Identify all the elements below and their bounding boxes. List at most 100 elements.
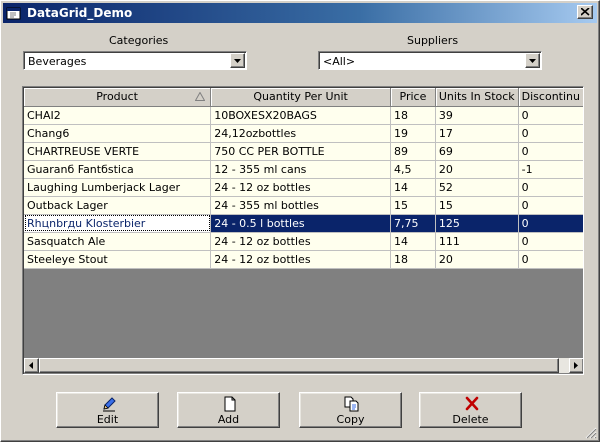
- cell-product[interactable]: Laughing Lumberjack Lager: [24, 178, 212, 197]
- close-button[interactable]: [577, 5, 593, 19]
- copy-button[interactable]: Copy: [299, 392, 402, 428]
- cell-units-in-stock[interactable]: 111: [435, 232, 519, 251]
- scroll-right-button[interactable]: [569, 358, 583, 373]
- copy-button-label: Copy: [336, 413, 365, 426]
- cell-price[interactable]: 7,75: [390, 214, 436, 233]
- cell-discontinued[interactable]: 0: [518, 178, 583, 197]
- table-row[interactable]: Guaranб Fantбstica 12 - 355 ml cans 4,5 20-…: [24, 160, 583, 179]
- app-window: DataGrid_Demo Categories Beverages Suppl…: [0, 0, 600, 442]
- table-row[interactable]: CHAI2 10BOXESX20BAGS 18 39 0: [24, 106, 583, 125]
- column-header-label: Product: [96, 90, 138, 104]
- cell-units-in-stock[interactable]: 15: [435, 196, 519, 215]
- cell-discontinued[interactable]: 0: [518, 124, 583, 143]
- delete-button[interactable]: Delete: [419, 392, 522, 428]
- column-header-label: Units In Stock: [438, 90, 515, 104]
- column-header-product[interactable]: Product: [24, 88, 212, 107]
- table-row[interactable]: CHARTREUSE VERTE 750 CC PER BOTTLE 89 69 0: [24, 142, 583, 161]
- table-row[interactable]: Steeleye Stout 24 - 12 oz bottles 18 20 0: [24, 250, 583, 269]
- cell-units-in-stock[interactable]: 69: [435, 142, 519, 161]
- title-bar[interactable]: DataGrid_Demo: [3, 3, 597, 23]
- edit-button-label: Edit: [96, 413, 119, 426]
- cell-price[interactable]: 14: [390, 232, 436, 251]
- arrow-right-icon: [574, 362, 578, 369]
- column-header-quantity[interactable]: Quantity Per Unit: [210, 88, 392, 107]
- cell-price[interactable]: 89: [390, 142, 436, 161]
- suppliers-combo[interactable]: <All>: [318, 51, 542, 70]
- table-row[interactable]: Outback Lager 24 - 355 ml bottles 15 15 0: [24, 196, 583, 215]
- column-header-units-in-stock[interactable]: Units In Stock: [435, 88, 519, 107]
- categories-value: Beverages: [28, 55, 87, 68]
- sort-ascending-icon: [195, 92, 206, 101]
- suppliers-label: Suppliers: [407, 34, 459, 47]
- cell-product[interactable]: CHARTREUSE VERTE: [24, 142, 212, 161]
- cell-product[interactable]: Outback Lager: [24, 196, 212, 215]
- cell-price[interactable]: 18: [390, 106, 436, 125]
- cell-price[interactable]: 15: [390, 196, 436, 215]
- cell-price[interactable]: 19: [390, 124, 436, 143]
- copy-documents-icon: [344, 396, 359, 412]
- cell-quantity-per-unit[interactable]: 750 CC PER BOTTLE: [210, 142, 392, 161]
- edit-button[interactable]: Edit: [56, 392, 159, 428]
- pencil-icon: [103, 397, 116, 412]
- cell-discontinued[interactable]: 0: [518, 142, 583, 161]
- column-header-price[interactable]: Price: [390, 88, 436, 107]
- cell-discontinued[interactable]: 0: [518, 214, 583, 233]
- table-row[interactable]: Laughing Lumberjack Lager 24 - 12 oz bott…: [24, 178, 583, 197]
- cell-product[interactable]: Chang6: [24, 124, 212, 143]
- cell-discontinued[interactable]: 0: [518, 106, 583, 125]
- window-title: DataGrid_Demo: [27, 6, 133, 20]
- cell-units-in-stock[interactable]: 39: [435, 106, 519, 125]
- cell-product[interactable]: Sasquatch Ale: [24, 232, 212, 251]
- cell-units-in-stock[interactable]: 125: [435, 214, 519, 233]
- categories-dropdown-button[interactable]: [230, 53, 245, 68]
- table-row[interactable]: Rhцnbrдu Klosterbier 24 - 0.5 l bottles 7,…: [24, 214, 583, 233]
- cell-quantity-per-unit[interactable]: 24 - 0.5 l bottles: [210, 214, 392, 233]
- red-x-icon: [465, 396, 479, 411]
- cell-quantity-per-unit[interactable]: 12 - 355 ml cans: [210, 160, 392, 179]
- cell-price[interactable]: 4,5: [390, 160, 436, 179]
- column-header-label: Quantity Per Unit: [253, 90, 348, 104]
- cell-discontinued[interactable]: 0: [518, 196, 583, 215]
- cell-product[interactable]: Rhцnbrдu Klosterbier: [24, 214, 212, 233]
- horizontal-scrollbar[interactable]: [24, 358, 583, 373]
- cell-quantity-per-unit[interactable]: 24 - 12 oz bottles: [210, 178, 392, 197]
- cell-discontinued[interactable]: 0: [518, 232, 583, 251]
- cell-product[interactable]: Steeleye Stout: [24, 250, 212, 269]
- products-table: Product Quantity Per Unit Price Units In…: [24, 88, 583, 269]
- chevron-down-icon: [529, 59, 536, 63]
- cell-product[interactable]: CHAI2: [24, 106, 212, 125]
- add-button[interactable]: Add: [177, 392, 280, 428]
- cell-quantity-per-unit[interactable]: 24 - 12 oz bottles: [210, 232, 392, 251]
- cell-quantity-per-unit[interactable]: 24,12ozbottles: [210, 124, 392, 143]
- column-header-discontinued[interactable]: Discontinu: [518, 88, 583, 107]
- categories-combo[interactable]: Beverages: [23, 51, 247, 70]
- cell-quantity-per-unit[interactable]: 24 - 12 oz bottles: [210, 250, 392, 269]
- cell-discontinued[interactable]: 0: [518, 250, 583, 269]
- new-document-icon: [224, 396, 236, 412]
- categories-label: Categories: [109, 34, 169, 47]
- cell-units-in-stock[interactable]: 52: [435, 178, 519, 197]
- cell-product[interactable]: Guaranб Fantбstica: [24, 160, 212, 179]
- cell-price[interactable]: 18: [390, 250, 436, 269]
- cell-units-in-stock[interactable]: 20: [435, 160, 519, 179]
- cell-quantity-per-unit[interactable]: 10BOXESX20BAGS: [210, 106, 392, 125]
- delete-button-label: Delete: [452, 413, 489, 426]
- cell-discontinued[interactable]: -1: [518, 160, 583, 179]
- app-icon: [6, 7, 21, 20]
- cell-price[interactable]: 14: [390, 178, 436, 197]
- table-row[interactable]: Sasquatch Ale 24 - 12 oz bottles 14 111 0: [24, 232, 583, 251]
- suppliers-value: <All>: [323, 55, 356, 68]
- products-datagrid[interactable]: Product Quantity Per Unit Price Units In…: [22, 86, 584, 375]
- table-row[interactable]: Chang6 24,12ozbottles 19 17 0: [24, 124, 583, 143]
- resize-grip-icon[interactable]: [585, 427, 597, 439]
- scroll-left-button[interactable]: [24, 358, 39, 373]
- cell-units-in-stock[interactable]: 17: [435, 124, 519, 143]
- cell-units-in-stock[interactable]: 20: [435, 250, 519, 269]
- column-header-label: Price: [399, 90, 427, 104]
- column-header-label: Discontinu: [521, 90, 580, 104]
- cell-quantity-per-unit[interactable]: 24 - 355 ml bottles: [210, 196, 392, 215]
- header-row: Product Quantity Per Unit Price Units In…: [24, 88, 583, 107]
- close-icon: [581, 8, 590, 16]
- scroll-thumb[interactable]: [39, 358, 559, 373]
- suppliers-dropdown-button[interactable]: [525, 53, 540, 68]
